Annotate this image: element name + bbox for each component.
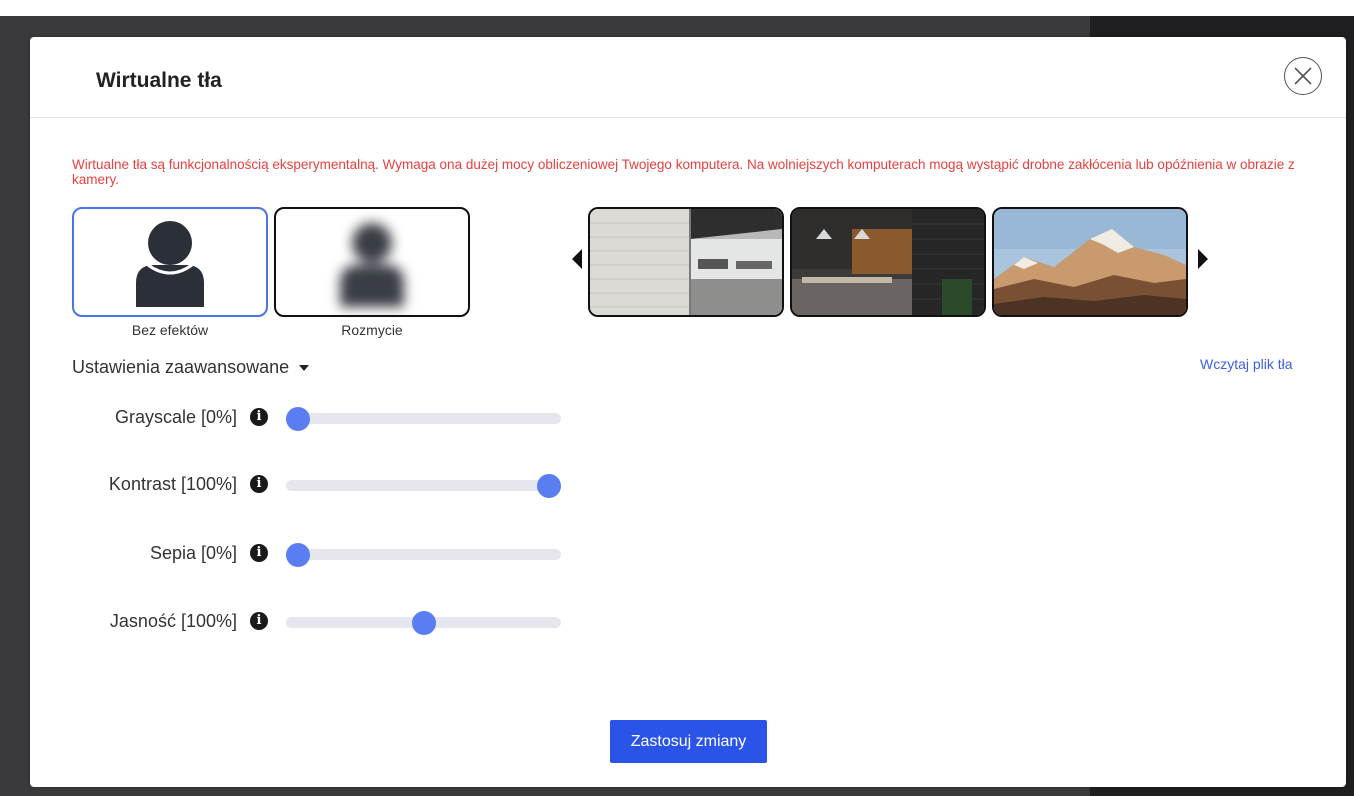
slider-label-grayscale: Grayscale [0%] <box>114 407 237 427</box>
slider-row-contrast: Kontrast [100%] i <box>30 470 590 500</box>
slider-row-brightness: Jasność [100%] i <box>30 607 590 637</box>
background-thumb-mountains[interactable] <box>992 207 1188 317</box>
office-image <box>590 209 782 315</box>
cafe-image <box>792 209 984 315</box>
carousel-prev-icon[interactable] <box>570 247 584 271</box>
effect-none-card[interactable] <box>72 207 268 317</box>
dialog-header: Wirtualne tła <box>30 37 1346 118</box>
effect-blur-label: Rozmycie <box>341 322 403 338</box>
info-icon[interactable]: i <box>250 612 268 630</box>
mountain-image <box>994 209 1186 315</box>
apply-changes-button[interactable]: Zastosuj zmiany <box>610 720 767 763</box>
virtual-backgrounds-dialog: Wirtualne tła Wirtualne tła są funkcjona… <box>30 37 1346 787</box>
slider-label-sepia: Sepia [0%] <box>149 543 237 563</box>
experimental-warning: Wirtualne tła są funkcjonalnością eksper… <box>72 157 1295 187</box>
background-thumb-office[interactable] <box>588 207 784 317</box>
blurred-person-icon <box>340 223 404 307</box>
caret-down-icon <box>299 365 310 372</box>
advanced-settings-label: Ustawienia zaawansowane <box>72 357 290 377</box>
brightness-slider[interactable] <box>286 611 561 635</box>
close-button[interactable] <box>1284 57 1322 95</box>
sepia-slider[interactable] <box>286 543 561 567</box>
grayscale-slider[interactable] <box>286 407 561 431</box>
info-icon[interactable]: i <box>250 475 268 493</box>
slider-row-sepia: Sepia [0%] i <box>30 539 590 569</box>
slider-row-grayscale: Grayscale [0%] i <box>30 403 590 433</box>
slider-thumb[interactable] <box>286 543 310 567</box>
slider-label-contrast: Kontrast [100%] <box>108 474 237 494</box>
slider-thumb[interactable] <box>537 474 561 498</box>
slider-label-brightness: Jasność [100%] <box>109 611 237 631</box>
carousel-next-icon[interactable] <box>1196 247 1210 271</box>
slider-thumb[interactable] <box>286 407 310 431</box>
person-icon <box>136 221 204 307</box>
info-icon[interactable]: i <box>250 408 268 426</box>
effect-blur-card[interactable] <box>274 207 470 317</box>
slider-thumb[interactable] <box>411 611 436 635</box>
info-icon[interactable]: i <box>250 544 268 562</box>
contrast-slider[interactable] <box>286 474 561 498</box>
upload-background-link[interactable]: Wczytaj plik tła <box>1200 356 1293 372</box>
close-icon <box>1294 67 1312 85</box>
dialog-title: Wirtualne tła <box>96 69 222 92</box>
effect-none-label: Bez efektów <box>131 322 209 338</box>
background-thumb-cafe[interactable] <box>790 207 986 317</box>
advanced-settings-toggle[interactable]: Ustawienia zaawansowane <box>72 357 310 378</box>
